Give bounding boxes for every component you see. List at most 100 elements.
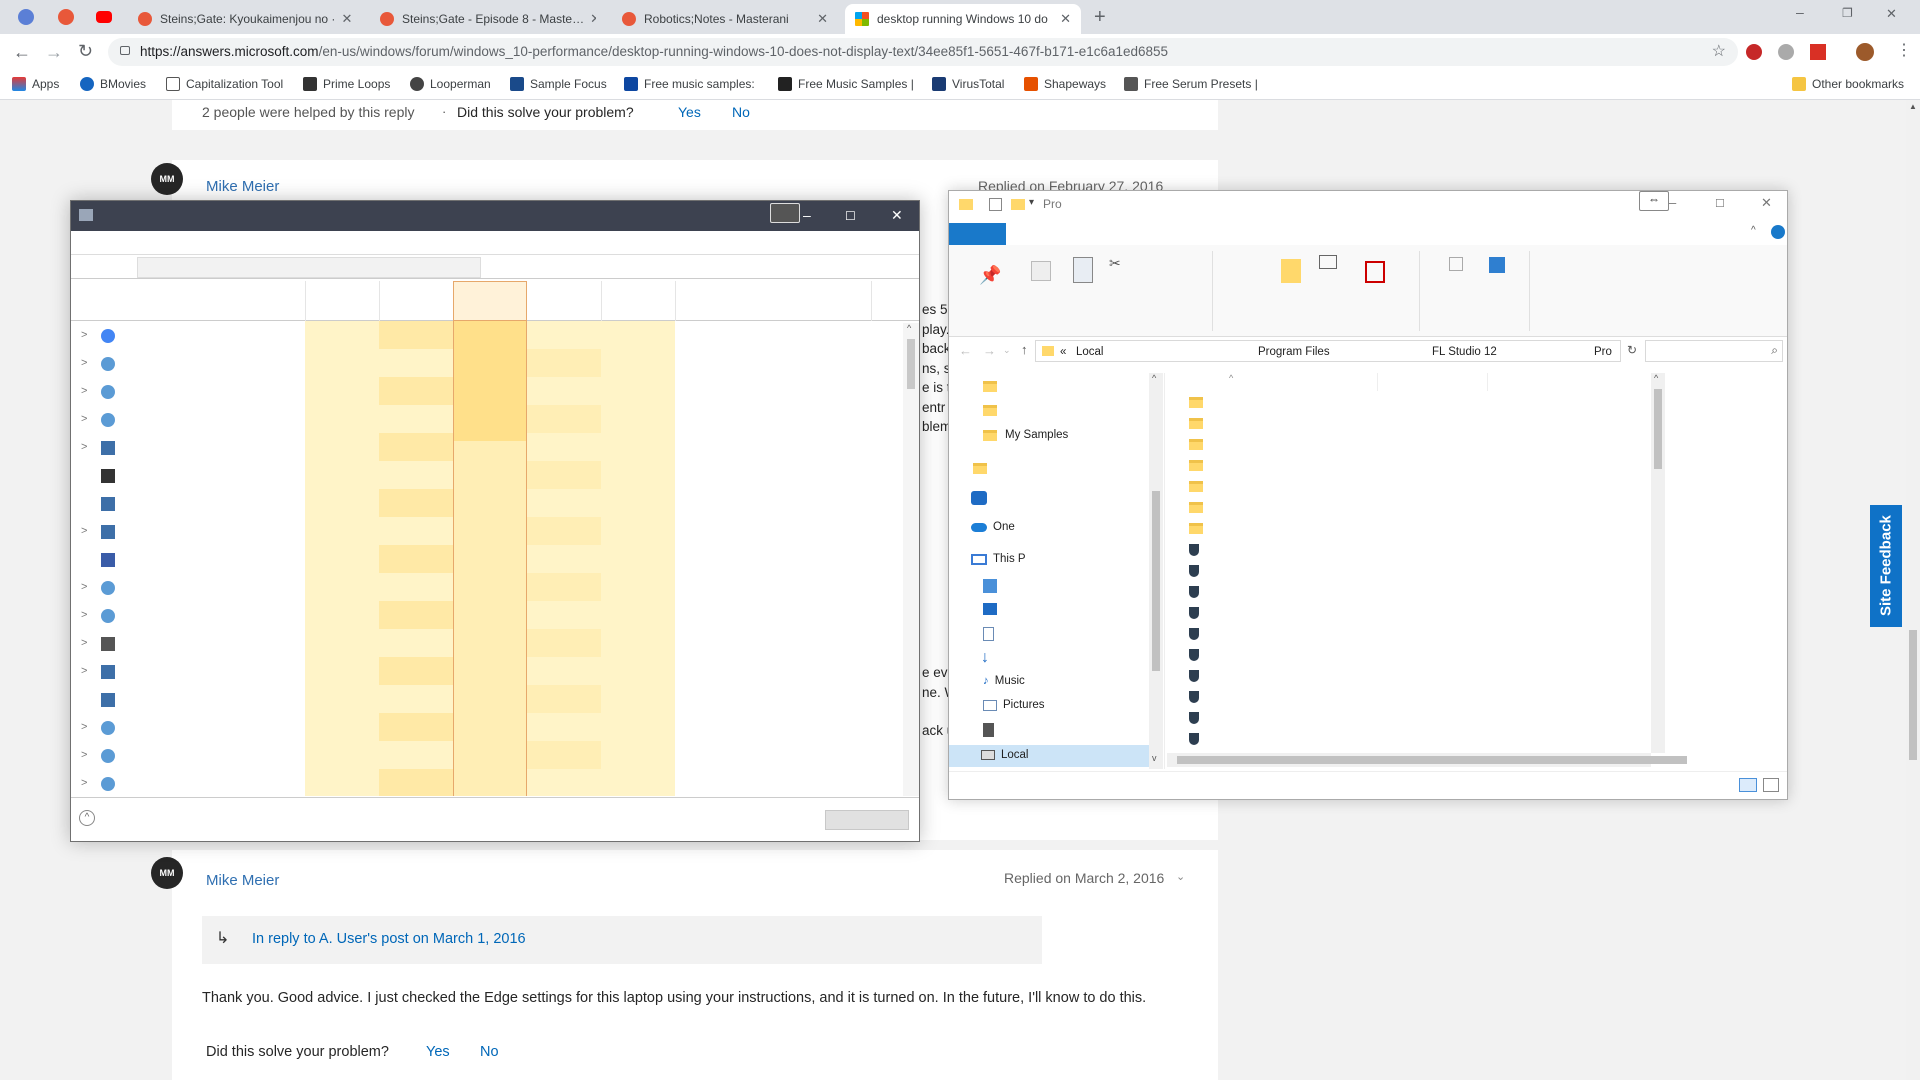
help-icon[interactable] [1771, 225, 1785, 239]
maximize-icon[interactable]: ☐ [1715, 197, 1725, 210]
chevron-right-icon[interactable]: > [81, 357, 87, 369]
process-row[interactable]: > [71, 602, 919, 630]
folder-icon[interactable] [1189, 397, 1203, 408]
tab-active[interactable]: desktop running Windows 10 do ✕ [845, 4, 1081, 34]
menu-icon[interactable]: ⋮ [1896, 40, 1912, 60]
nav-item-this-pc[interactable]: This P [971, 553, 1026, 565]
process-row[interactable]: > [71, 322, 919, 350]
process-row[interactable] [71, 490, 919, 518]
shield-icon[interactable] [1189, 712, 1199, 724]
shield-icon[interactable] [1189, 733, 1199, 745]
folder-icon[interactable] [973, 463, 987, 474]
bookmark-item[interactable]: Prime Loops [303, 77, 390, 91]
nav-item-music[interactable]: ♪ Music [983, 675, 1025, 687]
minimize-icon[interactable]: – [1669, 195, 1676, 210]
chevron-right-icon[interactable]: > [81, 525, 87, 537]
shield-icon[interactable] [1189, 586, 1199, 598]
breadcrumb-overflow[interactable]: « [1060, 346, 1066, 358]
pinned-tab-icon[interactable] [18, 9, 34, 25]
chevron-right-icon[interactable]: > [81, 665, 87, 677]
list-scrollbar[interactable]: ^ [1651, 373, 1665, 753]
chevron-down-icon[interactable]: ⌄ [1176, 870, 1185, 883]
paste-icon[interactable] [1073, 257, 1093, 283]
chevron-up-icon[interactable]: ^ [79, 810, 95, 826]
documents-icon[interactable] [983, 627, 994, 641]
process-row[interactable]: > [71, 406, 919, 434]
chevron-right-icon[interactable]: > [81, 777, 87, 789]
adblock-icon[interactable] [1746, 44, 1762, 60]
page-scrollbar[interactable]: ▲ [1906, 100, 1920, 1080]
tab[interactable]: Steins;Gate - Episode 8 - Maste… ✕ [370, 4, 596, 34]
recent-icon[interactable]: ⌄ [1003, 345, 1011, 356]
bookmark-item[interactable]: Sample Focus [510, 77, 607, 91]
bookmark-item[interactable]: Shapeways [1024, 77, 1106, 91]
tab[interactable]: Robotics;Notes - Masterani ✕ [612, 4, 838, 34]
chevron-up-icon[interactable]: ^ [1751, 225, 1756, 236]
chevron-right-icon[interactable]: > [81, 441, 87, 453]
close-icon[interactable]: ✕ [1761, 195, 1772, 211]
shield-icon[interactable] [1189, 628, 1199, 640]
details-view-icon[interactable] [1739, 778, 1757, 792]
youtube-icon[interactable] [96, 11, 112, 23]
avatar[interactable] [1856, 43, 1874, 61]
close-icon[interactable]: ✕ [891, 207, 903, 224]
breadcrumb-item[interactable]: Pro [1594, 346, 1612, 358]
process-row[interactable] [71, 462, 919, 490]
nav-item-selected[interactable]: Local [949, 745, 1149, 767]
bookmark-apps[interactable]: Apps [12, 77, 59, 91]
forward-icon[interactable]: → [45, 42, 63, 63]
bookmark-item[interactable]: BMovies [80, 77, 146, 91]
nav-item-my-samples[interactable]: My Samples [983, 429, 1068, 441]
file-tab[interactable] [949, 223, 1006, 245]
process-row[interactable]: > [71, 630, 919, 658]
address-bar[interactable]: https://answers.microsoft.com/en-us/wind… [108, 38, 1738, 66]
close-icon[interactable]: ✕ [584, 11, 596, 27]
pin-icon[interactable]: 📌 [979, 265, 1001, 285]
process-row[interactable]: > [71, 434, 919, 462]
avatar[interactable]: MM [151, 163, 183, 195]
close-icon[interactable]: ✕ [1054, 11, 1071, 27]
folder-icon[interactable] [1189, 502, 1203, 513]
chevron-right-icon[interactable]: > [81, 609, 87, 621]
sort-icon[interactable]: ^ [1229, 373, 1233, 383]
site-feedback-button[interactable]: Site Feedback [1870, 505, 1902, 627]
process-row[interactable]: > [71, 658, 919, 686]
tabs-blank[interactable] [137, 257, 481, 278]
chevron-down-icon[interactable]: ▾ [1029, 197, 1034, 208]
yes-link[interactable]: Yes [426, 1044, 450, 1060]
yes-link[interactable]: Yes [678, 104, 701, 120]
new-folder-icon[interactable] [1011, 199, 1025, 210]
nav-item-pictures[interactable]: Pictures [983, 699, 1045, 711]
end-task-button[interactable] [825, 810, 909, 830]
restore-icon[interactable]: ❐ [1842, 6, 1853, 20]
chevron-right-icon[interactable]: > [81, 581, 87, 593]
folder-icon[interactable] [1189, 481, 1203, 492]
shield-icon[interactable] [1189, 565, 1199, 577]
scroll-down-icon[interactable]: v [1152, 753, 1157, 763]
back-icon[interactable]: ← [13, 42, 31, 63]
title-bar[interactable]: – ☐ ✕ [71, 201, 919, 231]
no-link[interactable]: No [480, 1044, 499, 1060]
bookmark-item[interactable]: Free music samples: [624, 77, 755, 91]
shield-icon[interactable] [1189, 607, 1199, 619]
search-input[interactable]: ⌕ [1645, 340, 1783, 362]
desktop-icon[interactable] [983, 603, 997, 615]
bookmark-item[interactable]: Capitalization Tool [166, 77, 283, 91]
minimize-icon[interactable]: – [1796, 4, 1804, 20]
bookmark-other[interactable]: Other bookmarks [1792, 77, 1904, 91]
extension-icon[interactable] [1778, 44, 1794, 60]
chevron-right-icon[interactable]: > [81, 329, 87, 341]
chevron-right-icon[interactable]: > [81, 749, 87, 761]
process-row[interactable]: > [71, 378, 919, 406]
copy-icon[interactable] [1031, 261, 1051, 281]
large-icons-view-icon[interactable] [1763, 778, 1779, 792]
bookmark-item[interactable]: Free Serum Presets | [1124, 77, 1258, 91]
videos-icon[interactable] [983, 723, 994, 737]
pinned-tab-icon[interactable] [58, 9, 74, 25]
copy-to-icon[interactable] [1319, 255, 1337, 269]
close-icon[interactable]: ✕ [335, 11, 352, 27]
folder-icon[interactable] [983, 405, 997, 416]
scrollbar-thumb[interactable] [907, 339, 915, 389]
no-link[interactable]: No [732, 104, 750, 120]
author-name[interactable]: Mike Meier [206, 178, 279, 195]
